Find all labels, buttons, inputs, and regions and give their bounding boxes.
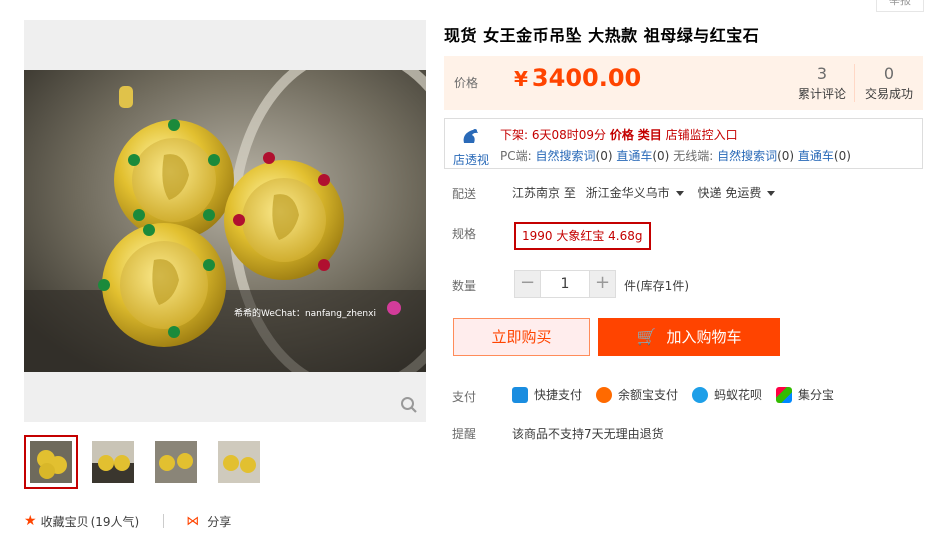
pc-express-count: (0) [652,149,670,163]
price-value: ¥3400.00 [514,64,641,92]
product-title: 现货 女王金币吊坠 大热款 祖母绿与红宝石 [444,26,760,45]
pc-express-link[interactable]: 直通车 [616,149,652,163]
chevron-down-icon [767,190,776,196]
ship-to-value: 浙江金华义乌市 [585,186,670,200]
main-product-image[interactable]: 希希的WeChat：nanfang_zhenxi [24,70,426,372]
social-bar: ★ 收藏宝贝 (19人气) ⋈ 分享 [24,511,231,531]
squirrel-icon [463,129,478,143]
report-link[interactable]: 举报 [876,0,924,12]
zoom-icon[interactable] [400,396,418,414]
ship-from: 江苏南京 至 [512,186,576,200]
quantity-stepper: − 1 + [514,270,616,298]
pc-label: PC端: [500,149,532,163]
shipping-row: 江苏南京 至 浙江金华义乌市 快递 免运费 [512,184,785,201]
divider [163,514,165,528]
payment-method-label: 快捷支付 [534,388,583,402]
thumbnail-1[interactable] [24,435,78,489]
currency-symbol: ¥ [514,67,528,91]
ship-method-select[interactable]: 快递 免运费 [698,186,786,200]
photo-watermark: 希希的WeChat：nanfang_zhenxi [234,307,376,319]
thumbnail-2[interactable] [86,435,140,489]
wireless-express-link[interactable]: 直通车 [798,149,834,163]
add-to-cart-button[interactable]: 🛒 加入购物车 [598,318,780,356]
payment-methods: 快捷支付 余额宝支付 蚂蚁花呗 集分宝 [512,386,848,403]
delist-label: 下架: [500,128,529,142]
product-gallery: 希希的WeChat：nanfang_zhenxi [24,20,426,422]
wireless-label: 无线端: [673,149,714,163]
price-amount: 3400.00 [531,64,642,92]
monitor-row-1: 下架: 6天08时09分 价格 类目 店铺监控入口 [500,126,738,143]
shop-monitor-link[interactable]: 店铺监控入口 [666,128,738,142]
notice-label: 提醒 [452,427,477,441]
price-link[interactable]: 价格 [610,128,634,142]
divider [854,64,855,102]
quantity-input[interactable]: 1 [541,270,589,298]
notice-text: 该商品不支持7天无理由退货 [512,427,664,441]
huabei-icon [692,386,709,403]
buy-now-button[interactable]: 立即购买 [453,318,590,356]
quick-pay-icon [512,386,528,403]
thumbnail-4[interactable] [212,435,266,489]
quantity-label: 数量 [452,279,477,293]
wireless-express-count: (0) [833,149,851,163]
payment-method-label: 蚂蚁花呗 [714,388,763,402]
chevron-down-icon [675,190,684,196]
payment-method-label: 余额宝支付 [618,388,679,402]
yuebao-icon [596,386,613,403]
quantity-increase-button[interactable]: + [589,270,616,298]
popularity-count: (19人气) [90,514,140,529]
stock-text: 件(库存1件) [624,279,689,293]
pc-organic-link[interactable]: 自然搜索词 [536,149,596,163]
spec-option-selected[interactable]: 1990 大象红宝 4.68g [514,222,651,250]
jifenbao-icon [776,386,793,403]
review-count-value: 3 [816,64,828,83]
price-label: 价格 [454,76,479,90]
review-count-label: 累计评论 [797,87,846,101]
monitor-row-2: PC端: 自然搜索词(0) 直通车(0) 无线端: 自然搜索词(0) 直通车(0… [500,147,851,164]
add-to-cart-label: 加入购物车 [666,328,742,346]
share-icon: ⋈ [186,513,200,529]
payment-method: 快捷支付 [512,386,582,403]
payment-method-label: 集分宝 [798,388,835,402]
cart-icon: 🛒 [636,327,657,346]
trade-count-label: 交易成功 [864,87,913,101]
payment-label: 支付 [452,390,477,404]
spec-label: 规格 [452,227,477,241]
share-button[interactable]: 分享 [207,513,231,530]
shop-monitor-logo-text: 店透视 [452,153,489,167]
payment-method: 蚂蚁花呗 [692,386,762,403]
star-icon: ★ [24,513,37,529]
wireless-organic-link[interactable]: 自然搜索词 [717,149,777,163]
favorite-button[interactable]: 收藏宝贝 [41,513,89,530]
shop-monitor-logo[interactable]: 店透视 [451,125,491,168]
trade-count: 0 交易成功 [859,64,919,102]
shipping-label: 配送 [452,187,477,201]
wireless-organic-count: (0) [777,149,795,163]
price-panel: 价格 ¥3400.00 3 累计评论 0 交易成功 [444,56,923,110]
category-link[interactable]: 类目 [638,128,662,142]
delist-time: 6天08时09分 [531,128,607,142]
shop-monitor-panel: 店透视 下架: 6天08时09分 价格 类目 店铺监控入口 PC端: 自然搜索词… [444,118,923,169]
quantity-decrease-button[interactable]: − [514,270,541,298]
payment-method: 集分宝 [776,386,834,403]
payment-method: 余额宝支付 [596,386,678,403]
thumbnail-3[interactable] [149,435,203,489]
trade-count-value: 0 [883,64,895,83]
ship-to-select[interactable]: 浙江金华义乌市 [586,186,694,200]
ship-method-value: 快递 免运费 [697,186,762,200]
pc-organic-count: (0) [595,149,613,163]
review-count[interactable]: 3 累计评论 [792,64,852,102]
